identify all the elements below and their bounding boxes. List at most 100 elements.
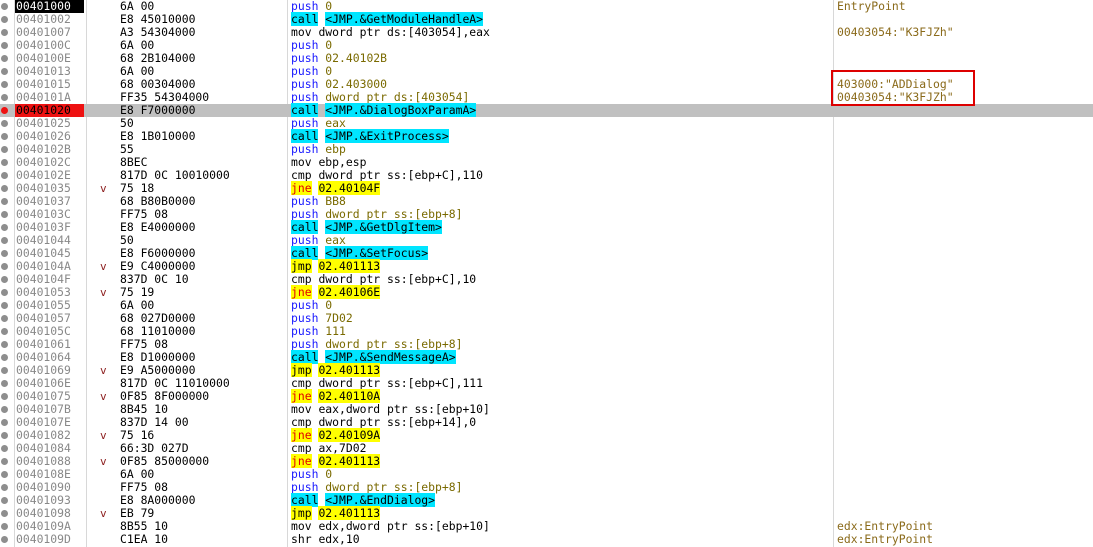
operand: dword ptr ss:[ebp+C],111 bbox=[318, 376, 484, 390]
breakpoint-slot-icon[interactable] bbox=[1, 471, 8, 478]
instruction-row[interactable]: 00401088 v 0F85 85000000 jne 02.401113 bbox=[0, 454, 1093, 468]
mnemonic: jne bbox=[291, 285, 312, 299]
instruction-row[interactable]: 0040109D C1EA 10 shr edx,10 edx:EntryPoint bbox=[0, 533, 1093, 546]
breakpoint-slot-icon[interactable] bbox=[1, 406, 8, 413]
breakpoint-slot-icon[interactable] bbox=[1, 16, 8, 23]
instruction-row[interactable]: 0040103F E8 E4000000 call <JMP.&GetDlgItem… bbox=[0, 220, 1093, 234]
instruction-row[interactable]: 0040100E 68 2B104000 push 02.40102B bbox=[0, 52, 1093, 65]
comment: EntryPoint bbox=[837, 0, 906, 13]
mnemonic: push bbox=[291, 64, 319, 78]
jump-arrow-icon: v bbox=[100, 364, 107, 377]
mnemonic: cmp bbox=[291, 168, 312, 182]
breakpoint-slot-icon[interactable] bbox=[1, 198, 8, 205]
breakpoint-slot-icon[interactable] bbox=[1, 159, 8, 166]
operand: 02.40106E bbox=[318, 285, 381, 299]
instruction-row[interactable]: 00401026 E8 1B010000 call <JMP.&ExitProces… bbox=[0, 129, 1093, 143]
instruction-row[interactable]: 00401093 E8 8A000000 call <JMP.&EndDialog> bbox=[0, 493, 1093, 507]
mnemonic: call bbox=[291, 129, 319, 143]
mnemonic: cmp bbox=[291, 441, 312, 455]
breakpoint-slot-icon[interactable] bbox=[1, 523, 8, 530]
breakpoint-slot-icon[interactable] bbox=[1, 484, 8, 491]
mnemonic: jne bbox=[291, 454, 312, 468]
breakpoint-slot-icon[interactable] bbox=[1, 224, 8, 231]
disassembly-view[interactable]: 00401000 6A 00 push 0 EntryPoint 00401002 E8 … bbox=[0, 0, 1093, 547]
comment: edx:EntryPoint bbox=[837, 532, 934, 546]
breakpoint-slot-icon[interactable] bbox=[1, 432, 8, 439]
mnemonic: push bbox=[291, 480, 319, 494]
breakpoint-slot-icon[interactable] bbox=[1, 536, 8, 543]
breakpoint-slot-icon[interactable] bbox=[1, 185, 8, 192]
operand: <JMP.&DialogBoxParamA> bbox=[325, 103, 477, 117]
mnemonic: call bbox=[291, 246, 319, 260]
mnemonic: push bbox=[291, 311, 319, 325]
operand: edx,dword ptr ss:[ebp+10] bbox=[318, 519, 490, 533]
breakpoint-slot-icon[interactable] bbox=[1, 81, 8, 88]
breakpoint-slot-icon[interactable] bbox=[1, 393, 8, 400]
breakpoint-slot-icon[interactable] bbox=[1, 146, 8, 153]
instruction-row[interactable]: 0040102B 55 push ebp bbox=[0, 143, 1093, 156]
breakpoint-slot-icon[interactable] bbox=[1, 263, 8, 270]
breakpoint-slot-icon[interactable] bbox=[1, 354, 8, 361]
mnemonic: jne bbox=[291, 428, 312, 442]
breakpoint-slot-icon[interactable] bbox=[1, 328, 8, 335]
breakpoint-slot-icon[interactable] bbox=[1, 42, 8, 49]
breakpoint-slot-icon[interactable] bbox=[1, 133, 8, 140]
operand: dword ptr ss:[ebp+8] bbox=[325, 207, 463, 221]
address: 0040109D bbox=[16, 532, 71, 546]
breakpoint-slot-icon[interactable] bbox=[1, 302, 8, 309]
breakpoint-slot-icon[interactable] bbox=[1, 55, 8, 62]
breakpoint-slot-icon[interactable] bbox=[1, 510, 8, 517]
breakpoint-slot-icon[interactable] bbox=[1, 29, 8, 36]
operand: <JMP.&SendMessageA> bbox=[325, 350, 456, 364]
breakpoint-slot-icon[interactable] bbox=[1, 250, 8, 257]
mnemonic: push bbox=[291, 194, 319, 208]
operand: <JMP.&EndDialog> bbox=[325, 493, 436, 507]
breakpoint-dot-icon[interactable] bbox=[1, 107, 8, 114]
mnemonic: push bbox=[291, 90, 319, 104]
operand: BB8 bbox=[325, 194, 346, 208]
mnemonic: push bbox=[291, 298, 319, 312]
breakpoint-slot-icon[interactable] bbox=[1, 172, 8, 179]
mnemonic: mov bbox=[291, 402, 312, 416]
operand: <JMP.&SetFocus> bbox=[325, 246, 429, 260]
breakpoint-slot-icon[interactable] bbox=[1, 68, 8, 75]
mnemonic: jmp bbox=[291, 363, 312, 377]
breakpoint-slot-icon[interactable] bbox=[1, 445, 8, 452]
breakpoint-slot-icon[interactable] bbox=[1, 120, 8, 127]
mnemonic: push bbox=[291, 207, 319, 221]
operand: 02.401113 bbox=[318, 363, 381, 377]
jump-arrow-icon: v bbox=[100, 260, 107, 273]
jump-arrow-icon: v bbox=[100, 182, 107, 195]
comment: 00403054:"K3FJZh" bbox=[837, 25, 954, 39]
operand: 7D02 bbox=[325, 311, 353, 325]
breakpoint-slot-icon[interactable] bbox=[1, 497, 8, 504]
breakpoint-slot-icon[interactable] bbox=[1, 419, 8, 426]
breakpoint-slot-icon[interactable] bbox=[1, 211, 8, 218]
breakpoint-slot-icon[interactable] bbox=[1, 3, 8, 10]
instruction-row[interactable]: 00401053 v 75 19 jne 02.40106E bbox=[0, 285, 1093, 299]
breakpoint-slot-icon[interactable] bbox=[1, 289, 8, 296]
breakpoint-slot-icon[interactable] bbox=[1, 237, 8, 244]
opcode-bytes: C1EA 10 bbox=[120, 532, 169, 546]
operand: 02.40109A bbox=[318, 428, 381, 442]
breakpoint-slot-icon[interactable] bbox=[1, 94, 8, 101]
mnemonic: cmp bbox=[291, 272, 312, 286]
instruction-row[interactable]: 0040104F 837D 0C 10 cmp dword ptr ss:[ebp+… bbox=[0, 273, 1093, 286]
breakpoint-slot-icon[interactable] bbox=[1, 315, 8, 322]
mnemonic: mov bbox=[291, 155, 312, 169]
breakpoint-slot-icon[interactable] bbox=[1, 458, 8, 465]
breakpoint-slot-icon[interactable] bbox=[1, 380, 8, 387]
instruction-row[interactable]: 0040102E 817D 0C 10010000 cmp dword ptr ss… bbox=[0, 169, 1093, 182]
mnemonic: push bbox=[291, 142, 319, 156]
operand: <JMP.&GetModuleHandleA> bbox=[325, 12, 484, 26]
breakpoint-slot-icon[interactable] bbox=[1, 367, 8, 374]
mnemonic: push bbox=[291, 233, 319, 247]
breakpoint-slot-icon[interactable] bbox=[1, 341, 8, 348]
instruction-row[interactable]: 0040107E 837D 14 00 cmp dword ptr ss:[ebp+… bbox=[0, 416, 1093, 429]
breakpoint-slot-icon[interactable] bbox=[1, 276, 8, 283]
operand: dword ptr ss:[ebp+C],10 bbox=[318, 272, 477, 286]
operand: 0 bbox=[325, 298, 333, 312]
operand: 02.401113 bbox=[318, 506, 381, 520]
mnemonic: jmp bbox=[291, 506, 312, 520]
instruction-row[interactable]: 00401007 A3 54304000 mov dword ptr ds:[403… bbox=[0, 26, 1093, 39]
